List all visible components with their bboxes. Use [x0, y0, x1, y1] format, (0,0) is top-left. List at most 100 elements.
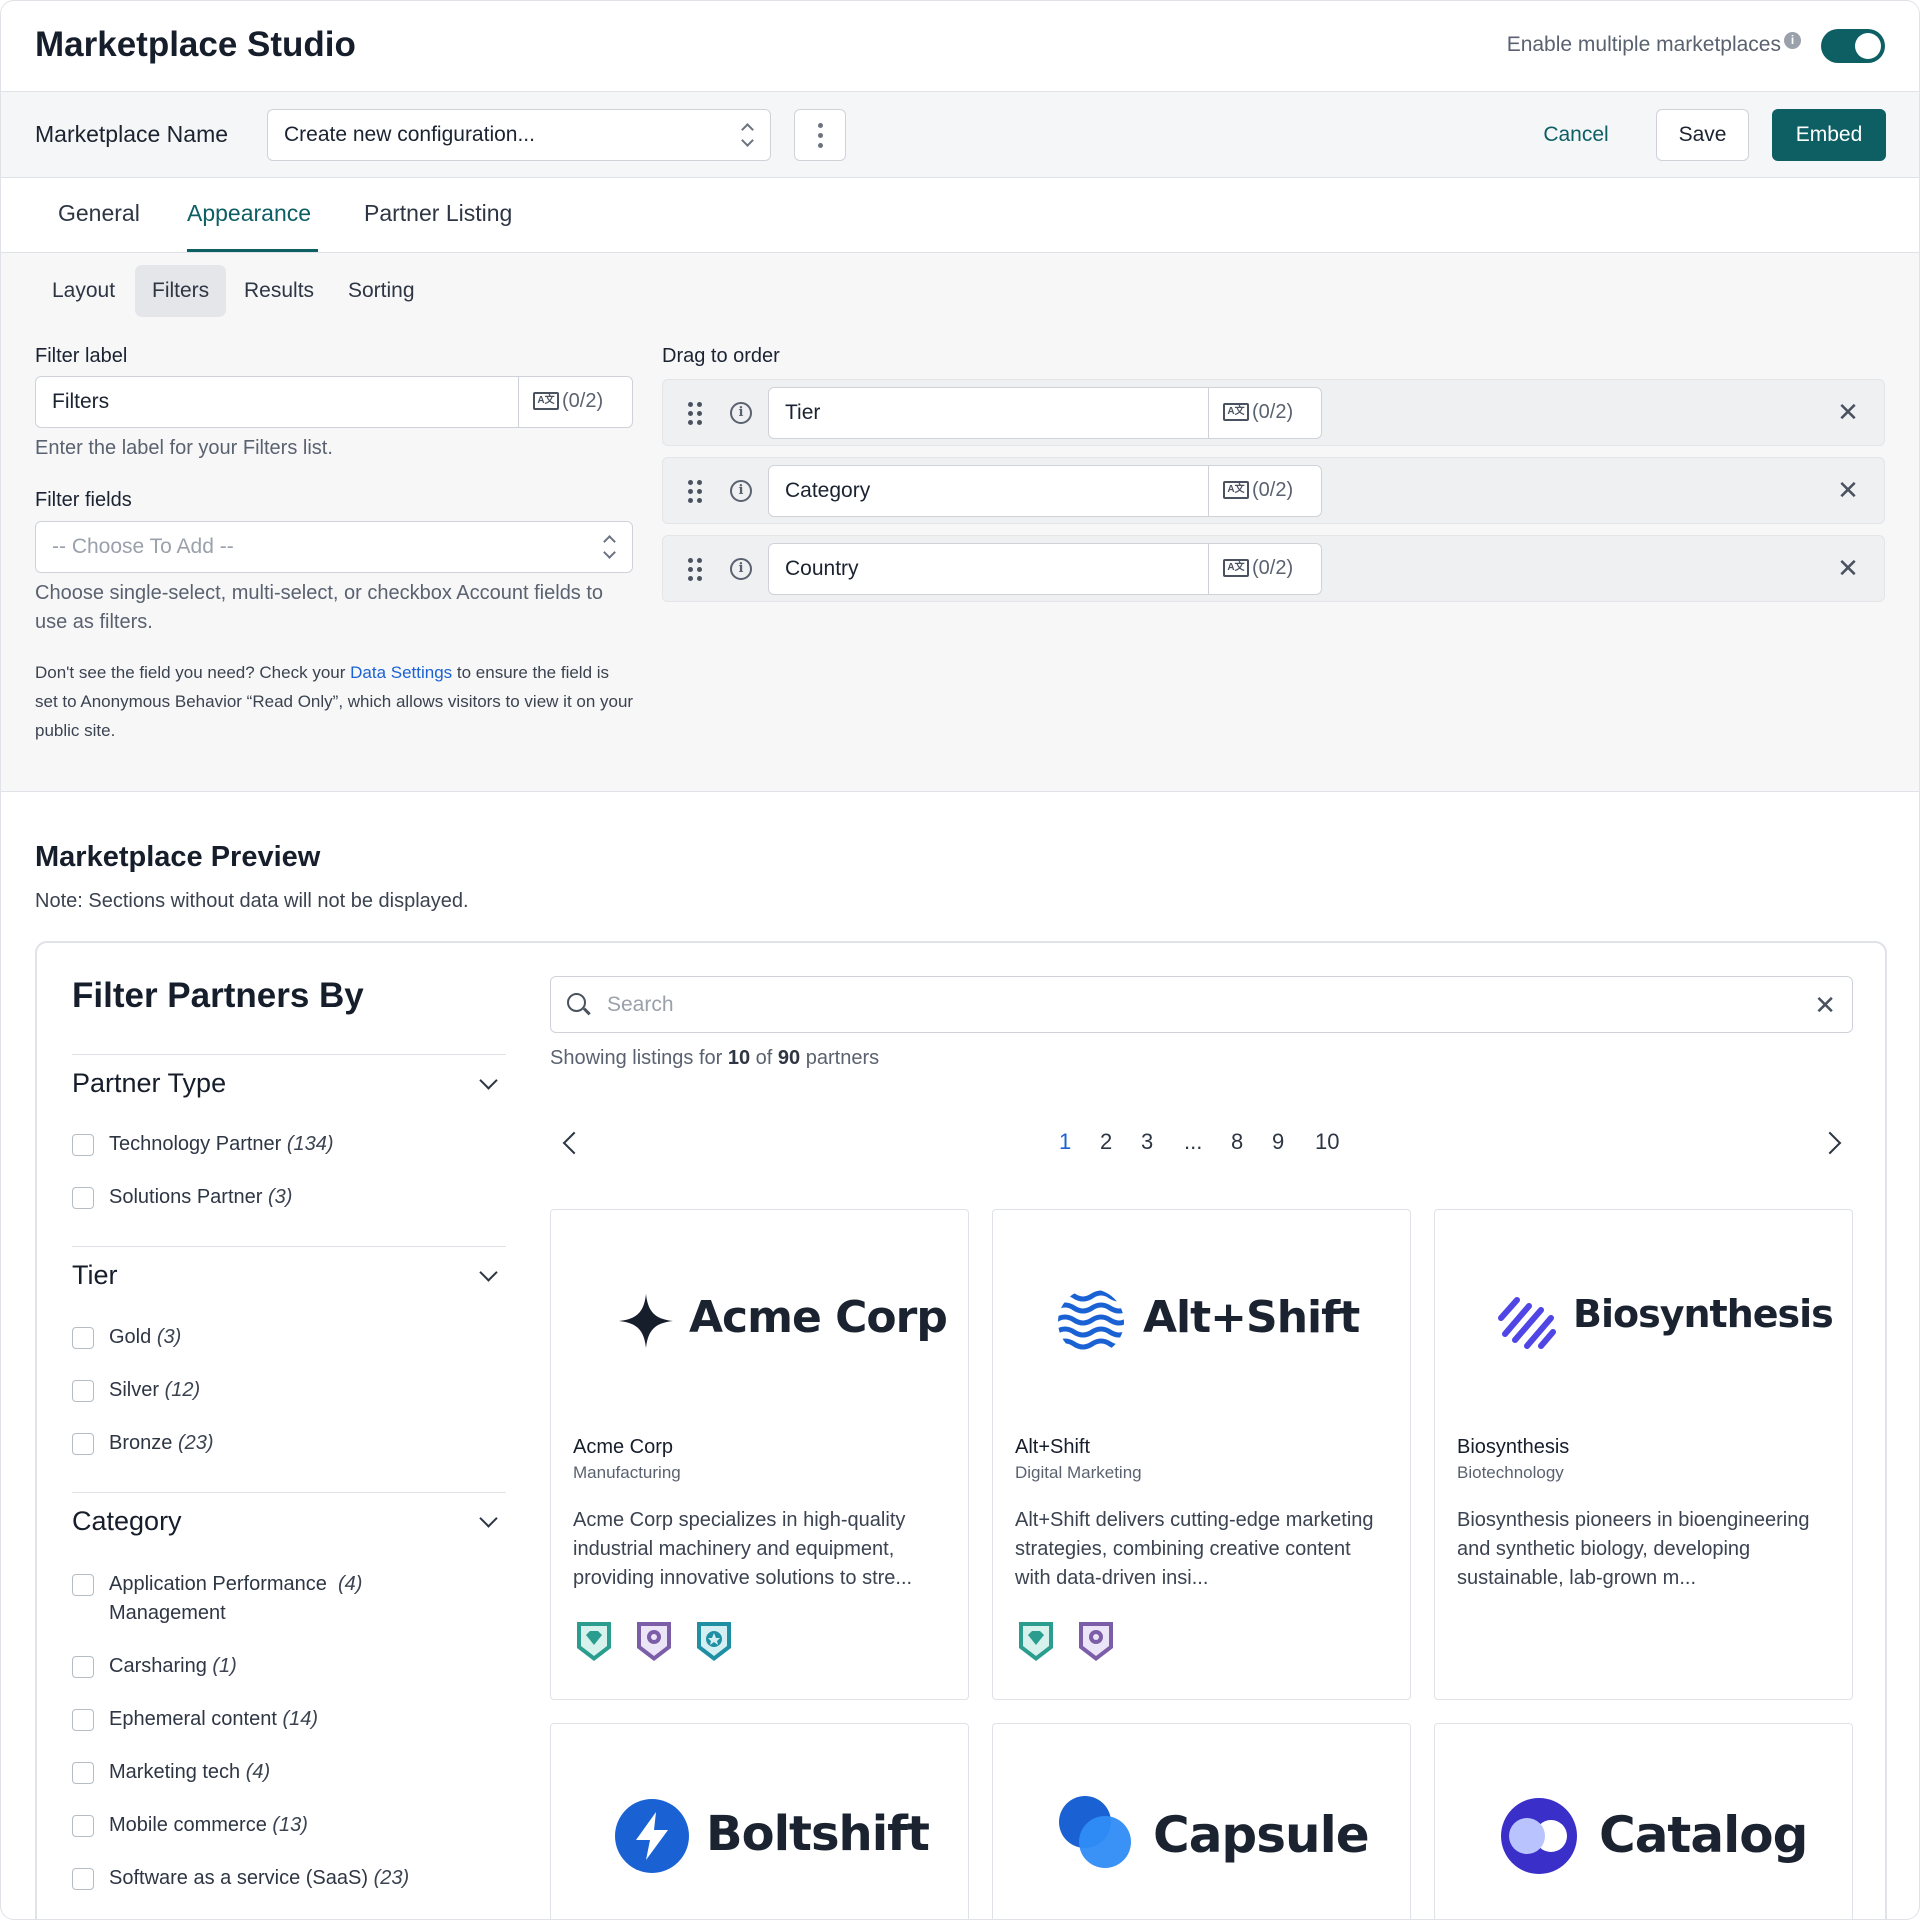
checkbox[interactable]	[72, 1762, 94, 1784]
info-icon[interactable]: i	[730, 558, 752, 580]
order-row[interactable]: i Tier A文 (0/2) ✕	[662, 379, 1885, 446]
logo-wordmark: Catalog	[1599, 1806, 1808, 1864]
partner-name: Biosynthesis	[1457, 1436, 1570, 1458]
partner-logo: Biosynthesis	[1435, 1270, 1852, 1380]
checkbox[interactable]	[72, 1187, 94, 1209]
page-button[interactable]: 9	[1272, 1129, 1284, 1155]
page-button[interactable]: 1	[1059, 1129, 1071, 1155]
partner-card-acme-corp[interactable]: Acme Corp Acme Corp Manufacturing Acme C…	[550, 1209, 969, 1700]
chevron-down-icon[interactable]	[479, 1509, 498, 1528]
drag-handle-icon[interactable]	[688, 558, 704, 582]
filter-fields-placeholder: -- Choose To Add --	[52, 535, 234, 558]
clear-search-icon[interactable]: ✕	[1814, 990, 1836, 1021]
filter-label-input[interactable]: Filters A文 (0/2)	[35, 376, 633, 428]
info-icon[interactable]: i	[730, 480, 752, 502]
partner-logo: Boltshift	[551, 1788, 968, 1898]
info-icon[interactable]: i	[730, 402, 752, 424]
drag-to-order-heading: Drag to order	[662, 345, 780, 367]
remove-field-icon[interactable]: ✕	[1836, 555, 1860, 581]
checkbox[interactable]	[72, 1433, 94, 1455]
results-text: Showing listings for	[550, 1047, 728, 1069]
partner-card-boltshift[interactable]: Boltshift	[550, 1723, 969, 1919]
order-field-input[interactable]: Category A文 (0/2)	[768, 465, 1322, 517]
data-settings-link[interactable]: Data Settings	[350, 663, 452, 682]
partner-card-biosynthesis[interactable]: Biosynthesis Biosynthesis Biotechnology …	[1434, 1209, 1853, 1700]
remove-field-icon[interactable]: ✕	[1836, 399, 1860, 425]
chevron-right-icon[interactable]	[1818, 1131, 1842, 1155]
filter-option[interactable]: Application Performance (4) Management	[72, 1570, 472, 1628]
multiple-marketplaces-toggle[interactable]	[1821, 29, 1885, 63]
partner-search-input[interactable]: Search ✕	[550, 976, 1853, 1033]
kebab-dot-icon	[818, 123, 823, 128]
filter-group-tier[interactable]: Tier	[72, 1260, 118, 1291]
cancel-button[interactable]: Cancel	[1521, 109, 1631, 161]
logo-wordmark: Acme Corp	[689, 1292, 948, 1343]
order-field-value: Tier	[785, 401, 821, 424]
checkbox[interactable]	[72, 1868, 94, 1890]
page-ellipsis: ...	[1184, 1129, 1203, 1154]
translate-button[interactable]: A文 (0/2)	[1208, 388, 1321, 438]
subtab-results[interactable]: Results	[227, 265, 331, 317]
partner-card-alt-shift[interactable]: Alt+Shift Alt+Shift Digital Marketing Al…	[992, 1209, 1411, 1700]
partner-logo: Alt+Shift	[993, 1270, 1410, 1380]
checkbox[interactable]	[72, 1134, 94, 1156]
page-button[interactable]: 8	[1231, 1129, 1243, 1155]
drag-handle-icon[interactable]	[688, 402, 704, 426]
page-button[interactable]: 3	[1141, 1129, 1153, 1155]
partner-card-capsule[interactable]: Capsule	[992, 1723, 1411, 1919]
configuration-select[interactable]: Create new configuration...	[267, 109, 771, 161]
filter-label-help: Enter the label for your Filters list.	[35, 437, 333, 459]
more-options-button[interactable]	[794, 109, 846, 161]
info-icon[interactable]: i	[1784, 32, 1801, 49]
filter-group-category[interactable]: Category	[72, 1506, 182, 1537]
page-button[interactable]: 2	[1100, 1129, 1112, 1155]
checkbox[interactable]	[72, 1815, 94, 1837]
checkbox[interactable]	[72, 1574, 94, 1596]
order-field-value: Category	[785, 479, 871, 502]
drag-handle-icon[interactable]	[688, 480, 704, 504]
translation-count: (0/2)	[562, 390, 604, 412]
checkbox[interactable]	[72, 1327, 94, 1349]
order-row[interactable]: i Category A文 (0/2) ✕	[662, 457, 1885, 524]
filter-fields-select[interactable]: -- Choose To Add --	[35, 521, 633, 573]
filter-group-partner-type[interactable]: Partner Type	[72, 1068, 226, 1099]
partner-card-catalog[interactable]: Catalog	[1434, 1723, 1853, 1919]
order-field-input[interactable]: Tier A文 (0/2)	[768, 387, 1322, 439]
remove-field-icon[interactable]: ✕	[1836, 477, 1860, 503]
translate-button[interactable]: A文 (0/2)	[1208, 544, 1321, 594]
chevron-left-icon[interactable]	[562, 1131, 586, 1155]
divider	[72, 1246, 506, 1247]
translate-button[interactable]: A文 (0/2)	[1208, 466, 1321, 516]
save-button[interactable]: Save	[1656, 109, 1749, 161]
overlapping-circles-logo-icon	[1059, 1796, 1131, 1868]
diamond-badge-icon	[577, 1622, 611, 1661]
results-count: Showing listings for 10 of 90 partners	[550, 1047, 879, 1070]
order-row[interactable]: i Country A文 (0/2) ✕	[662, 535, 1885, 602]
option-label: Marketing tech	[109, 1761, 241, 1783]
partner-name: Alt+Shift	[1015, 1436, 1091, 1458]
subtab-layout[interactable]: Layout	[35, 265, 132, 317]
note-text: Don't see the field you need? Check your	[35, 663, 351, 682]
translate-button[interactable]: A文 (0/2)	[518, 377, 632, 427]
checkbox[interactable]	[72, 1656, 94, 1678]
checkbox[interactable]	[72, 1380, 94, 1402]
tab-partner-listing[interactable]: Partner Listing	[364, 200, 512, 227]
page-button[interactable]: 10	[1315, 1129, 1339, 1155]
subtab-filters[interactable]: Filters	[135, 265, 227, 317]
order-field-input[interactable]: Country A文 (0/2)	[768, 543, 1322, 595]
results-text: partners	[800, 1047, 880, 1069]
tab-appearance[interactable]: Appearance	[187, 200, 311, 227]
results-text: of	[750, 1047, 778, 1069]
diagonal-lines-logo-icon	[1498, 1297, 1556, 1349]
embed-button[interactable]: Embed	[1772, 109, 1886, 161]
option-count: (4)	[245, 1761, 271, 1783]
translation-count: (0/2)	[1252, 557, 1294, 579]
partner-category: Manufacturing	[573, 1463, 681, 1482]
subtab-sorting[interactable]: Sorting	[331, 265, 432, 317]
tab-general[interactable]: General	[58, 200, 140, 227]
chevron-down-icon[interactable]	[479, 1263, 498, 1282]
active-tab-indicator	[187, 249, 318, 252]
checkbox[interactable]	[72, 1709, 94, 1731]
option-label: Technology Partner	[109, 1133, 282, 1155]
chevron-down-icon[interactable]	[479, 1071, 498, 1090]
